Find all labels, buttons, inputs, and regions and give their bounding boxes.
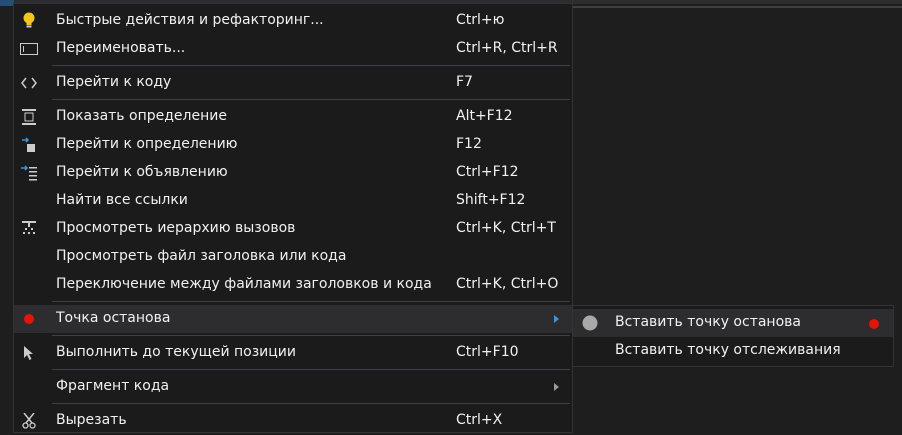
menu-item-view-header-or-code[interactable]: Просмотреть файл заголовка или кода bbox=[14, 243, 572, 271]
menu-item-breakpoint[interactable]: Точка останова bbox=[14, 305, 572, 333]
menu-item-peek-definition[interactable]: Показать определение Alt+F12 bbox=[14, 103, 572, 131]
menu-item-goto-code[interactable]: Перейти к коду F7 bbox=[14, 69, 572, 97]
menu-item-label: Найти все ссылки bbox=[56, 192, 188, 208]
context-menu: Быстрые действия и рефакторинг... Ctrl+ю… bbox=[13, 3, 573, 433]
menu-item-label: Просмотреть иерархию вызовов bbox=[56, 220, 296, 236]
menu-separator bbox=[52, 65, 570, 66]
menu-item-label: Переключение между файлами заголовков и … bbox=[56, 276, 432, 292]
menu-item-label: Вырезать bbox=[56, 412, 127, 428]
submenu-arrow-icon bbox=[554, 315, 559, 323]
menu-item-code-snippet[interactable]: Фрагмент кода bbox=[14, 373, 572, 401]
menu-item-label: Вставить точку останова bbox=[615, 314, 801, 330]
submenu-item-insert-tracepoint[interactable]: Вставить точку отслеживания bbox=[573, 337, 893, 365]
menu-item-shortcut: Ctrl+K, Ctrl+T bbox=[456, 220, 556, 236]
menu-item-toggle-header-code[interactable]: Переключение между файлами заголовков и … bbox=[14, 271, 572, 299]
menu-item-label: Быстрые действия и рефакторинг... bbox=[56, 12, 324, 28]
submenu-arrow-icon bbox=[554, 383, 559, 391]
radio-indicator-icon bbox=[581, 314, 599, 332]
menu-item-label: Просмотреть файл заголовка или кода bbox=[56, 248, 347, 264]
menu-item-label: Вставить точку отслеживания bbox=[615, 342, 841, 358]
cut-icon bbox=[18, 411, 40, 431]
menu-item-shortcut: Ctrl+R, Ctrl+R bbox=[456, 40, 558, 56]
menu-item-quick-actions[interactable]: Быстрые действия и рефакторинг... Ctrl+ю bbox=[14, 7, 572, 35]
rename-icon bbox=[18, 39, 40, 59]
goto-definition-icon bbox=[18, 135, 40, 155]
menu-separator bbox=[52, 99, 570, 100]
menu-item-shortcut: Ctrl+F10 bbox=[456, 344, 519, 360]
menu-item-label: Выполнить до текущей позиции bbox=[56, 344, 296, 360]
menu-item-label: Перейти к коду bbox=[56, 74, 172, 90]
menu-item-label: Перейти к определению bbox=[56, 136, 238, 152]
menu-item-label: Точка останова bbox=[56, 310, 171, 326]
menu-item-shortcut: F7 bbox=[456, 74, 473, 90]
menu-item-label: Фрагмент кода bbox=[56, 378, 170, 394]
menu-item-find-all-references[interactable]: Найти все ссылки Shift+F12 bbox=[14, 187, 572, 215]
menu-item-shortcut: Ctrl+ю bbox=[456, 12, 505, 28]
menu-item-call-hierarchy[interactable]: Просмотреть иерархию вызовов Ctrl+K, Ctr… bbox=[14, 215, 572, 243]
goto-declaration-icon bbox=[18, 163, 40, 183]
editor-selection-fragment bbox=[0, 0, 14, 6]
lightbulb-icon bbox=[18, 11, 40, 31]
code-brackets-icon bbox=[18, 73, 40, 93]
submenu-item-insert-breakpoint[interactable]: Вставить точку останова bbox=[573, 309, 893, 337]
editor-divider bbox=[572, 6, 902, 8]
breakpoint-icon bbox=[18, 309, 40, 329]
menu-item-label: Переименовать... bbox=[56, 40, 186, 56]
breakpoint-submenu: Вставить точку останова Вставить точку о… bbox=[572, 305, 894, 367]
menu-separator bbox=[52, 301, 570, 302]
menu-item-shortcut: F12 bbox=[456, 136, 482, 152]
menu-item-shortcut: Alt+F12 bbox=[456, 108, 513, 124]
menu-item-label: Перейти к объявлению bbox=[56, 164, 228, 180]
menu-item-shortcut: Ctrl+F12 bbox=[456, 164, 519, 180]
menu-separator bbox=[52, 335, 570, 336]
menu-separator bbox=[52, 403, 570, 404]
call-hierarchy-icon bbox=[18, 219, 40, 239]
menu-item-shortcut: Ctrl+X bbox=[456, 412, 503, 428]
menu-item-shortcut: Ctrl+K, Ctrl+O bbox=[456, 276, 559, 292]
peek-definition-icon bbox=[18, 107, 40, 127]
menu-item-goto-definition[interactable]: Перейти к определению F12 bbox=[14, 131, 572, 159]
insert-breakpoint-icon bbox=[869, 319, 879, 329]
menu-item-run-to-cursor[interactable]: Выполнить до текущей позиции Ctrl+F10 bbox=[14, 339, 572, 367]
menu-item-cut[interactable]: Вырезать Ctrl+X bbox=[14, 407, 572, 435]
menu-item-goto-declaration[interactable]: Перейти к объявлению Ctrl+F12 bbox=[14, 159, 572, 187]
menu-item-shortcut: Shift+F12 bbox=[456, 192, 526, 208]
run-to-cursor-icon bbox=[18, 343, 40, 363]
menu-separator bbox=[52, 369, 570, 370]
menu-item-label: Показать определение bbox=[56, 108, 227, 124]
menu-item-rename[interactable]: Переименовать... Ctrl+R, Ctrl+R bbox=[14, 35, 572, 63]
